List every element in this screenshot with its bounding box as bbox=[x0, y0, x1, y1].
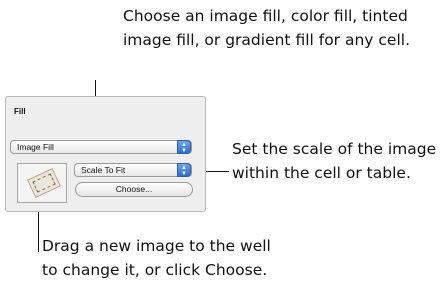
panel-title: Fill bbox=[14, 107, 26, 116]
scale-value: Scale To Fit bbox=[81, 165, 126, 175]
image-well[interactable] bbox=[17, 163, 67, 203]
callout-image-well: Drag a new image to the well to change i… bbox=[42, 237, 271, 279]
callout-scale: Set the scale of the image within the ce… bbox=[232, 140, 437, 182]
up-down-arrows-icon: ▲ ▼ bbox=[177, 140, 191, 154]
choose-button[interactable]: Choose... bbox=[75, 182, 193, 197]
ticket-image-icon bbox=[27, 168, 61, 198]
callout-fill-type: Choose an image fill, color fill, tinted… bbox=[123, 7, 410, 49]
fill-type-value: Image Fill bbox=[17, 142, 54, 152]
scale-popup[interactable]: Scale To Fit ▲ ▼ bbox=[74, 163, 192, 177]
up-down-arrows-icon: ▲ ▼ bbox=[177, 163, 191, 177]
fill-type-popup[interactable]: Image Fill ▲ ▼ bbox=[10, 140, 192, 154]
